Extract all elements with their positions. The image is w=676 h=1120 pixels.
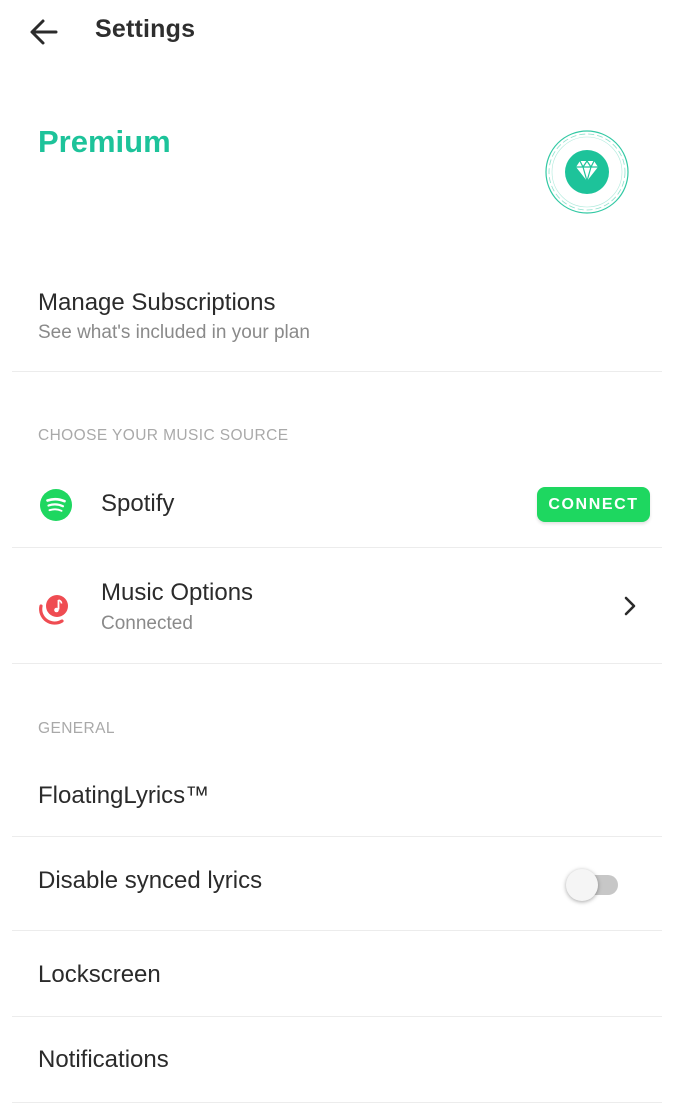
spotify-label: Spotify	[101, 490, 175, 517]
general-section-label: GENERAL	[38, 720, 115, 737]
music-options-status: Connected	[101, 613, 193, 634]
chevron-right-icon	[620, 595, 640, 617]
page-title: Settings	[95, 15, 196, 43]
manage-subscriptions-subtitle: See what's included in your plan	[38, 322, 310, 343]
diamond-badge-icon	[541, 126, 633, 218]
disable-synced-lyrics-row: Disable synced lyrics	[12, 836, 662, 931]
music-note-icon	[36, 589, 74, 627]
lockscreen-label: Lockscreen	[38, 961, 161, 988]
toggle-knob	[566, 869, 598, 901]
disable-synced-lyrics-label: Disable synced lyrics	[38, 867, 263, 894]
manage-subscriptions-title: Manage Subscriptions	[38, 289, 276, 316]
spotify-connect-button[interactable]: CONNECT	[537, 487, 650, 522]
music-source-section-label: CHOOSE YOUR MUSIC SOURCE	[38, 427, 289, 444]
floating-lyrics-row[interactable]: FloatingLyrics™	[12, 760, 662, 837]
manage-subscriptions-row[interactable]: Manage Subscriptions See what's included…	[12, 276, 662, 372]
lockscreen-row[interactable]: Lockscreen	[12, 930, 662, 1017]
back-button[interactable]	[22, 12, 66, 52]
music-options-row[interactable]: Music Options Connected	[12, 547, 662, 664]
disable-synced-lyrics-toggle[interactable]	[566, 869, 622, 901]
music-options-label: Music Options	[101, 579, 254, 606]
app-header: Settings	[0, 0, 676, 64]
notifications-row[interactable]: Notifications	[12, 1016, 662, 1103]
premium-title: Premium	[38, 124, 171, 159]
arrow-left-icon	[30, 19, 58, 45]
spotify-icon	[39, 488, 73, 522]
notifications-label: Notifications	[38, 1046, 169, 1073]
floating-lyrics-label: FloatingLyrics™	[38, 782, 210, 809]
